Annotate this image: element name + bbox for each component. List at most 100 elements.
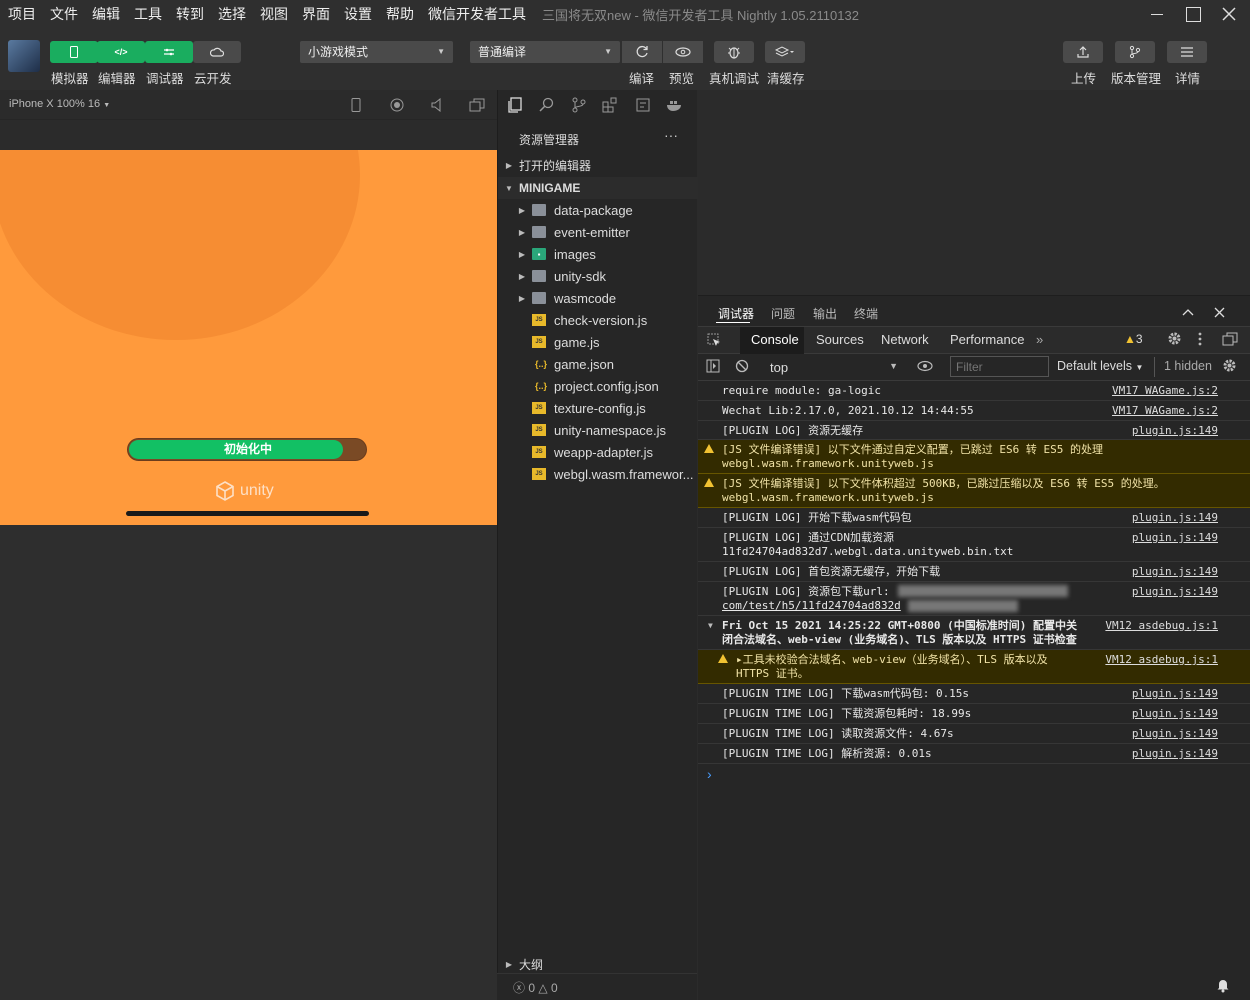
console-warning[interactable]: [JS 文件编译错误] 以下文件通过自定义配置，已跳过 ES6 转 ES5 的处… bbox=[698, 440, 1250, 474]
menu-select[interactable]: 选择 bbox=[210, 0, 252, 28]
tab-output[interactable]: 输出 bbox=[813, 305, 837, 322]
close-button[interactable] bbox=[1211, 0, 1247, 28]
tab-problems[interactable]: 问题 bbox=[771, 305, 795, 322]
problems-indicator[interactable]: ⓧ 0 △ 0 bbox=[513, 979, 558, 996]
miniapp-icon[interactable] bbox=[635, 97, 651, 113]
menu-tools[interactable]: 工具 bbox=[126, 0, 168, 28]
mode-select[interactable]: 小游戏模式 ▼ bbox=[300, 41, 453, 63]
docker-icon[interactable] bbox=[666, 97, 684, 113]
console-message[interactable]: require module: ga-logic VM17 WAGame.js:2 bbox=[698, 381, 1250, 401]
compile-button[interactable] bbox=[622, 41, 662, 63]
tree-folder[interactable]: ▶ ▪ images bbox=[498, 243, 698, 265]
tree-folder[interactable]: ▶ wasmcode bbox=[498, 287, 698, 309]
tree-folder[interactable]: ▶ event-emitter bbox=[498, 221, 698, 243]
phone-rotate-icon[interactable] bbox=[351, 98, 361, 112]
files-icon[interactable] bbox=[507, 97, 523, 113]
clear-cache-button[interactable] bbox=[765, 41, 805, 63]
sidebar-toggle-icon[interactable] bbox=[706, 359, 720, 373]
tab-sources[interactable]: Sources bbox=[816, 332, 864, 347]
levels-select[interactable]: Default levels ▼ bbox=[1057, 359, 1143, 373]
source-control-icon[interactable] bbox=[571, 97, 587, 113]
gear-icon[interactable] bbox=[1167, 331, 1182, 346]
tree-file[interactable]: JS check-version.js bbox=[498, 309, 698, 331]
console-link[interactable]: com/test/h5/11fd24704ad832d bbox=[722, 599, 901, 613]
console-message[interactable]: [PLUGIN LOG] 首包资源无缓存，开始下载 plugin.js:149 bbox=[698, 562, 1250, 582]
more-icon[interactable]: ··· bbox=[664, 127, 678, 143]
inspect-icon[interactable] bbox=[707, 333, 721, 347]
console-warning[interactable]: [JS 文件编译错误] 以下文件体积超过 500KB，已跳过压缩以及 ES6 转… bbox=[698, 474, 1250, 508]
maximize-button[interactable] bbox=[1175, 0, 1211, 28]
expand-icon[interactable]: ▼ bbox=[708, 619, 713, 633]
tree-file[interactable]: JS unity-namespace.js bbox=[498, 419, 698, 441]
minimize-button[interactable] bbox=[1139, 0, 1175, 28]
source-link[interactable]: plugin.js:149 bbox=[1132, 687, 1218, 701]
simulator-button[interactable] bbox=[50, 41, 98, 63]
tab-network[interactable]: Network bbox=[881, 332, 929, 347]
source-link[interactable]: plugin.js:149 bbox=[1132, 585, 1218, 599]
menu-goto[interactable]: 转到 bbox=[168, 0, 210, 28]
warning-counter[interactable]: ▲3 bbox=[1124, 332, 1143, 346]
source-link[interactable]: plugin.js:149 bbox=[1132, 727, 1218, 741]
menu-wechat-devtools[interactable]: 微信开发者工具 bbox=[420, 0, 532, 28]
console-message[interactable]: [PLUGIN TIME LOG] 下载资源包耗时: 18.99s plugin.… bbox=[698, 704, 1250, 724]
tree-folder[interactable]: ▶ unity-sdk bbox=[498, 265, 698, 287]
tab-terminal[interactable]: 终端 bbox=[854, 305, 878, 322]
game-canvas[interactable]: 初始化中 unity bbox=[0, 150, 497, 525]
avatar[interactable] bbox=[8, 40, 40, 72]
preview-button[interactable] bbox=[663, 41, 703, 63]
console-prompt[interactable]: › bbox=[707, 766, 712, 782]
source-link[interactable]: plugin.js:149 bbox=[1132, 747, 1218, 761]
eye-icon[interactable] bbox=[917, 360, 933, 372]
console-warning[interactable]: ▸工具未校验合法域名、web-view（业务域名）、TLS 版本以及 HTTPS… bbox=[698, 650, 1250, 684]
device-select[interactable]: iPhone X 100% 16 ▼ bbox=[9, 98, 110, 110]
source-link[interactable]: plugin.js:149 bbox=[1132, 424, 1218, 438]
filter-input[interactable] bbox=[950, 356, 1049, 377]
source-link[interactable]: plugin.js:149 bbox=[1132, 511, 1218, 525]
outline-section[interactable]: ▶ 大纲 bbox=[498, 953, 698, 975]
undock-icon[interactable] bbox=[1222, 332, 1238, 346]
source-link[interactable]: plugin.js:149 bbox=[1132, 707, 1218, 721]
close-panel-icon[interactable] bbox=[1214, 307, 1225, 318]
tree-file[interactable]: JS weapp-adapter.js bbox=[498, 441, 698, 463]
kebab-icon[interactable] bbox=[1198, 332, 1202, 346]
menu-help[interactable]: 帮助 bbox=[378, 0, 420, 28]
tab-console[interactable]: Console bbox=[751, 332, 799, 347]
volume-icon[interactable] bbox=[430, 98, 444, 112]
console-message[interactable]: [PLUGIN LOG] 资源包下载url: com/test/h5/11fd24… bbox=[698, 582, 1250, 616]
record-icon[interactable] bbox=[390, 98, 404, 112]
search-icon[interactable] bbox=[539, 97, 555, 113]
cloud-button[interactable] bbox=[193, 41, 241, 63]
context-select[interactable]: top ▼ bbox=[760, 356, 904, 378]
more-tabs-icon[interactable]: » bbox=[1036, 332, 1043, 347]
tree-folder[interactable]: ▶ data-package bbox=[498, 199, 698, 221]
source-link[interactable]: VM12 asdebug.js:1 bbox=[1105, 619, 1218, 633]
project-section[interactable]: ▼ MINIGAME bbox=[498, 177, 698, 199]
clear-console-icon[interactable] bbox=[735, 359, 749, 373]
console-message[interactable]: [PLUGIN TIME LOG] 解析资源: 0.01s plugin.js:1… bbox=[698, 744, 1250, 764]
chevron-up-icon[interactable] bbox=[1182, 308, 1194, 316]
console-message[interactable]: ▼ Fri Oct 15 2021 14:25:22 GMT+0800 (中国标准… bbox=[698, 616, 1250, 650]
source-link[interactable]: VM12 asdebug.js:1 bbox=[1105, 653, 1218, 667]
menu-settings[interactable]: 设置 bbox=[336, 0, 378, 28]
tree-file[interactable]: {..} game.json bbox=[498, 353, 698, 375]
console-message[interactable]: [PLUGIN TIME LOG] 读取资源文件: 4.67s plugin.js… bbox=[698, 724, 1250, 744]
real-debug-button[interactable] bbox=[714, 41, 754, 63]
console-message[interactable]: [PLUGIN LOG] 资源无缓存 plugin.js:149 bbox=[698, 421, 1250, 440]
tree-file[interactable]: {..} project.config.json bbox=[498, 375, 698, 397]
bell-icon[interactable] bbox=[1216, 977, 1230, 993]
debugger-button[interactable] bbox=[145, 41, 193, 63]
menu-view[interactable]: 视图 bbox=[252, 0, 294, 28]
console-message[interactable]: [PLUGIN TIME LOG] 下载wasm代码包: 0.15s plugin… bbox=[698, 684, 1250, 704]
source-link[interactable]: VM17 WAGame.js:2 bbox=[1112, 384, 1218, 398]
editor-button[interactable]: </> bbox=[97, 41, 145, 63]
source-link[interactable]: VM17 WAGame.js:2 bbox=[1112, 404, 1218, 418]
extensions-icon[interactable] bbox=[602, 97, 618, 113]
source-link[interactable]: plugin.js:149 bbox=[1132, 531, 1218, 545]
tree-file[interactable]: JS webgl.wasm.framewor... bbox=[498, 463, 698, 485]
console-message[interactable]: [PLUGIN LOG] 开始下载wasm代码包 plugin.js:149 bbox=[698, 508, 1250, 528]
console-message[interactable]: [PLUGIN LOG] 通过CDN加载资源 11fd24704ad832d7.… bbox=[698, 528, 1250, 562]
compile-select[interactable]: 普通编译 ▼ bbox=[470, 41, 620, 63]
tree-file[interactable]: JS game.js bbox=[498, 331, 698, 353]
console-message[interactable]: Wechat Lib:2.17.0, 2021.10.12 14:44:55 VM… bbox=[698, 401, 1250, 421]
tree-file[interactable]: JS texture-config.js bbox=[498, 397, 698, 419]
